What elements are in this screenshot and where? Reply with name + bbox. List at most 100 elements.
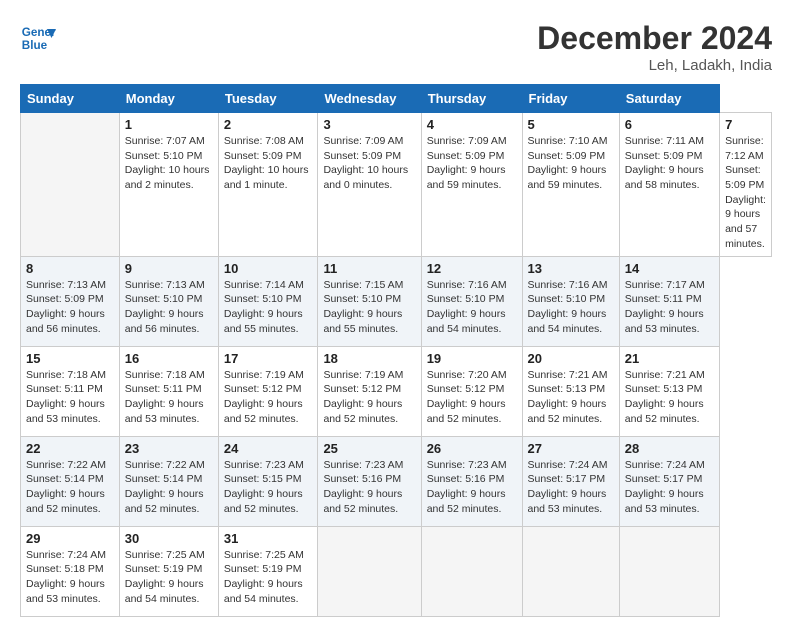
calendar-cell: 9Sunrise: 7:13 AMSunset: 5:10 PMDaylight…	[119, 256, 218, 346]
day-number: 23	[125, 441, 213, 456]
cell-details: Sunrise: 7:13 AMSunset: 5:09 PMDaylight:…	[26, 278, 114, 337]
month-year: December 2024	[537, 20, 772, 57]
calendar-week-5: 29 Sunrise: 7:24 AMSunset: 5:18 PMDayligh…	[21, 526, 772, 616]
day-number: 16	[125, 351, 213, 366]
calendar-cell	[318, 526, 421, 616]
cell-details: Sunrise: 7:14 AMSunset: 5:10 PMDaylight:…	[224, 278, 313, 337]
calendar-cell: 2 Sunrise: 7:08 AMSunset: 5:09 PMDaylight…	[218, 113, 318, 257]
calendar-cell: 22Sunrise: 7:22 AMSunset: 5:14 PMDayligh…	[21, 436, 120, 526]
day-number: 18	[323, 351, 415, 366]
day-number: 12	[427, 261, 517, 276]
cell-details: Sunrise: 7:25 AMSunset: 5:19 PMDaylight:…	[125, 548, 213, 607]
cell-details: Sunrise: 7:22 AMSunset: 5:14 PMDaylight:…	[125, 458, 213, 517]
day-number: 5	[528, 117, 614, 132]
calendar-cell: 30 Sunrise: 7:25 AMSunset: 5:19 PMDayligh…	[119, 526, 218, 616]
calendar-cell	[619, 526, 719, 616]
calendar-cell: 1Sunrise: 7:07 AMSunset: 5:10 PMDaylight…	[119, 113, 218, 257]
cell-details: Sunrise: 7:16 AMSunset: 5:10 PMDaylight:…	[528, 278, 614, 337]
day-number: 28	[625, 441, 714, 456]
cell-details: Sunrise: 7:18 AMSunset: 5:11 PMDaylight:…	[26, 368, 114, 427]
cell-details: Sunrise: 7:11 AMSunset: 5:09 PMDaylight:…	[625, 134, 714, 193]
calendar-cell: 10 Sunrise: 7:14 AMSunset: 5:10 PMDayligh…	[218, 256, 318, 346]
calendar-week-1: 1Sunrise: 7:07 AMSunset: 5:10 PMDaylight…	[21, 113, 772, 257]
day-header-saturday: Saturday	[619, 85, 719, 113]
calendar-cell: 11Sunrise: 7:15 AMSunset: 5:10 PMDayligh…	[318, 256, 421, 346]
day-header-tuesday: Tuesday	[218, 85, 318, 113]
cell-details: Sunrise: 7:24 AMSunset: 5:18 PMDaylight:…	[26, 548, 114, 607]
calendar-cell	[421, 526, 522, 616]
day-number: 2	[224, 117, 313, 132]
day-number: 17	[224, 351, 313, 366]
calendar-cell	[21, 113, 120, 257]
calendar-week-2: 8 Sunrise: 7:13 AMSunset: 5:09 PMDaylight…	[21, 256, 772, 346]
logo: General Blue	[20, 20, 56, 56]
day-header-wednesday: Wednesday	[318, 85, 421, 113]
cell-details: Sunrise: 7:08 AMSunset: 5:09 PMDaylight:…	[224, 134, 313, 193]
calendar-cell: 17 Sunrise: 7:19 AMSunset: 5:12 PMDayligh…	[218, 346, 318, 436]
cell-details: Sunrise: 7:21 AMSunset: 5:13 PMDaylight:…	[528, 368, 614, 427]
cell-details: Sunrise: 7:16 AMSunset: 5:10 PMDaylight:…	[427, 278, 517, 337]
calendar-cell: 18Sunrise: 7:19 AMSunset: 5:12 PMDayligh…	[318, 346, 421, 436]
calendar-cell: 31 Sunrise: 7:25 AMSunset: 5:19 PMDayligh…	[218, 526, 318, 616]
cell-details: Sunrise: 7:07 AMSunset: 5:10 PMDaylight:…	[125, 134, 213, 193]
cell-details: Sunrise: 7:23 AMSunset: 5:16 PMDaylight:…	[427, 458, 517, 517]
cell-details: Sunrise: 7:13 AMSunset: 5:10 PMDaylight:…	[125, 278, 213, 337]
day-header-friday: Friday	[522, 85, 619, 113]
calendar-cell: 8 Sunrise: 7:13 AMSunset: 5:09 PMDaylight…	[21, 256, 120, 346]
cell-details: Sunrise: 7:10 AMSunset: 5:09 PMDaylight:…	[528, 134, 614, 193]
calendar-cell: 6Sunrise: 7:11 AMSunset: 5:09 PMDaylight…	[619, 113, 719, 257]
day-number: 25	[323, 441, 415, 456]
day-number: 29	[26, 531, 114, 546]
day-number: 8	[26, 261, 114, 276]
calendar-cell: 14 Sunrise: 7:17 AMSunset: 5:11 PMDayligh…	[619, 256, 719, 346]
day-number: 21	[625, 351, 714, 366]
day-number: 20	[528, 351, 614, 366]
cell-details: Sunrise: 7:23 AMSunset: 5:15 PMDaylight:…	[224, 458, 313, 517]
page-header: General Blue December 2024 Leh, Ladakh, …	[20, 20, 772, 74]
day-number: 30	[125, 531, 213, 546]
title-area: December 2024 Leh, Ladakh, India	[537, 20, 772, 74]
location: Leh, Ladakh, India	[537, 57, 772, 74]
calendar-cell: 26 Sunrise: 7:23 AMSunset: 5:16 PMDayligh…	[421, 436, 522, 526]
day-number: 4	[427, 117, 517, 132]
cell-details: Sunrise: 7:20 AMSunset: 5:12 PMDaylight:…	[427, 368, 517, 427]
cell-details: Sunrise: 7:22 AMSunset: 5:14 PMDaylight:…	[26, 458, 114, 517]
calendar-cell: 7 Sunrise: 7:12 AMSunset: 5:09 PMDaylight…	[720, 113, 772, 257]
cell-details: Sunrise: 7:21 AMSunset: 5:13 PMDaylight:…	[625, 368, 714, 427]
calendar-cell: 13 Sunrise: 7:16 AMSunset: 5:10 PMDayligh…	[522, 256, 619, 346]
logo-icon: General Blue	[20, 20, 56, 56]
calendar-cell: 25 Sunrise: 7:23 AMSunset: 5:16 PMDayligh…	[318, 436, 421, 526]
day-number: 31	[224, 531, 313, 546]
calendar-cell: 28Sunrise: 7:24 AMSunset: 5:17 PMDayligh…	[619, 436, 719, 526]
calendar-cell: 27Sunrise: 7:24 AMSunset: 5:17 PMDayligh…	[522, 436, 619, 526]
cell-details: Sunrise: 7:18 AMSunset: 5:11 PMDaylight:…	[125, 368, 213, 427]
calendar-cell	[522, 526, 619, 616]
cell-details: Sunrise: 7:19 AMSunset: 5:12 PMDaylight:…	[224, 368, 313, 427]
day-header-thursday: Thursday	[421, 85, 522, 113]
day-number: 27	[528, 441, 614, 456]
day-number: 11	[323, 261, 415, 276]
calendar-cell: 19 Sunrise: 7:20 AMSunset: 5:12 PMDayligh…	[421, 346, 522, 436]
calendar-cell: 3Sunrise: 7:09 AMSunset: 5:09 PMDaylight…	[318, 113, 421, 257]
cell-details: Sunrise: 7:25 AMSunset: 5:19 PMDaylight:…	[224, 548, 313, 607]
calendar-cell: 29 Sunrise: 7:24 AMSunset: 5:18 PMDayligh…	[21, 526, 120, 616]
day-number: 15	[26, 351, 114, 366]
day-number: 26	[427, 441, 517, 456]
calendar-week-4: 22Sunrise: 7:22 AMSunset: 5:14 PMDayligh…	[21, 436, 772, 526]
day-number: 19	[427, 351, 517, 366]
calendar-cell: 20 Sunrise: 7:21 AMSunset: 5:13 PMDayligh…	[522, 346, 619, 436]
day-number: 7	[725, 117, 766, 132]
calendar-cell: 15 Sunrise: 7:18 AMSunset: 5:11 PMDayligh…	[21, 346, 120, 436]
cell-details: Sunrise: 7:17 AMSunset: 5:11 PMDaylight:…	[625, 278, 714, 337]
calendar-cell: 4Sunrise: 7:09 AMSunset: 5:09 PMDaylight…	[421, 113, 522, 257]
calendar-table: SundayMondayTuesdayWednesdayThursdayFrid…	[20, 84, 772, 617]
day-number: 13	[528, 261, 614, 276]
calendar-cell: 21 Sunrise: 7:21 AMSunset: 5:13 PMDayligh…	[619, 346, 719, 436]
calendar-cell: 16 Sunrise: 7:18 AMSunset: 5:11 PMDayligh…	[119, 346, 218, 436]
day-header-sunday: Sunday	[21, 85, 120, 113]
day-number: 10	[224, 261, 313, 276]
cell-details: Sunrise: 7:23 AMSunset: 5:16 PMDaylight:…	[323, 458, 415, 517]
calendar-cell: 23 Sunrise: 7:22 AMSunset: 5:14 PMDayligh…	[119, 436, 218, 526]
day-number: 14	[625, 261, 714, 276]
cell-details: Sunrise: 7:12 AMSunset: 5:09 PMDaylight:…	[725, 134, 766, 252]
